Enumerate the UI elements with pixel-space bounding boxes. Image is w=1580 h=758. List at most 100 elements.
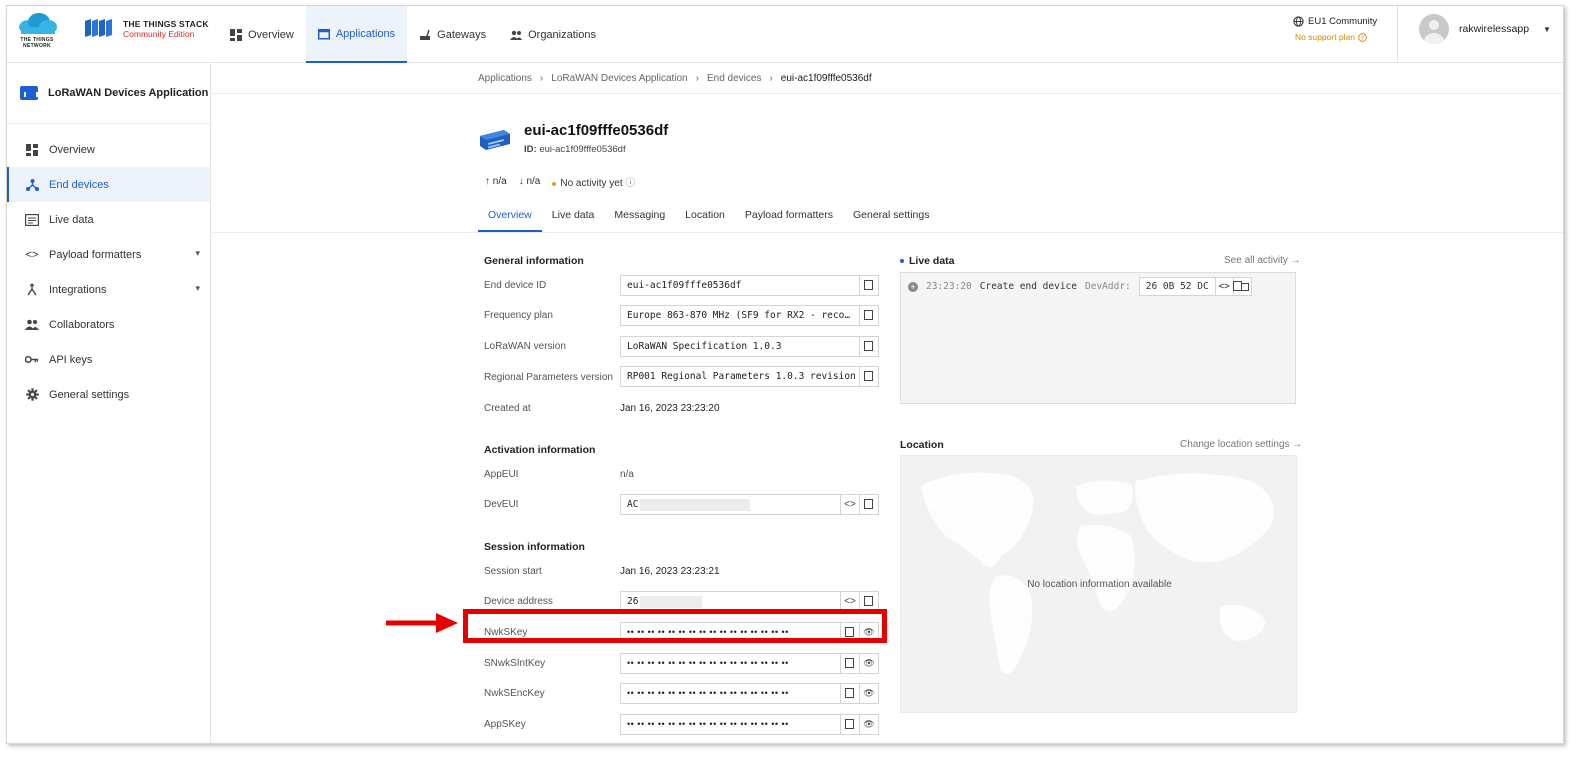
topnav-organizations-label: Organizations [528, 28, 596, 41]
cluster-selector[interactable]: EU1 Community No support plan ? [1293, 16, 1377, 42]
deveui-field: AC <> [620, 494, 879, 515]
help-icon[interactable]: ⓘ [625, 178, 635, 189]
see-all-activity-link[interactable]: See all activity → [1224, 255, 1301, 266]
live-data-title: Live data [900, 255, 955, 267]
plus-circle-icon: + [908, 281, 918, 292]
event-name: Create end device [979, 281, 1077, 292]
breadcrumb-application[interactable]: LoRaWAN Devices Application [551, 73, 687, 84]
copy-button[interactable] [859, 276, 878, 295]
device-tabs: Overview Live data Messaging Location Pa… [478, 204, 939, 232]
end-device-id-label: End device ID [484, 280, 547, 291]
copy-icon [844, 687, 854, 698]
device-id: ID: eui-ac1f09fffe0536df [524, 144, 626, 155]
sidebar-item-live-data[interactable]: Live data [7, 202, 210, 237]
help-icon: ? [1358, 32, 1367, 42]
session-info-title: Session information [484, 541, 585, 553]
event-time: 23:23:20 [926, 281, 972, 292]
show-key-button[interactable]: 👁 [859, 654, 878, 673]
sidebar-item-label: Collaborators [49, 318, 115, 331]
breadcrumb-separator: › [695, 72, 699, 84]
deveui-value[interactable]: AC [621, 495, 840, 514]
devaddr-chip: 26 0B 52 DC <> [1138, 277, 1252, 296]
nwksenckey-value[interactable]: •• •• •• •• •• •• •• •• •• •• •• •• •• •… [621, 684, 840, 703]
user-menu[interactable]: rakwirelessapp ▼ [1419, 14, 1551, 44]
sidebar-item-end-devices[interactable]: End devices [7, 167, 210, 202]
copy-icon [863, 279, 873, 290]
tab-payload-formatters[interactable]: Payload formatters [735, 204, 843, 232]
topnav-gateways-label: Gateways [437, 28, 487, 41]
copy-button[interactable] [1232, 278, 1251, 295]
end-device-id-value[interactable]: eui-ac1f09fffe0536df [621, 276, 859, 295]
copy-button[interactable] [840, 684, 859, 703]
topnav-applications-label: Applications [335, 27, 396, 40]
session-start-value: Jan 16, 2023 23:23:21 [620, 566, 720, 577]
topnav-organizations[interactable]: Organizations [498, 6, 608, 63]
devaddr-value[interactable]: 26 0B 52 DC [1140, 278, 1215, 295]
sidebar-item-general-settings[interactable]: General settings [7, 377, 210, 412]
people-icon [510, 30, 523, 40]
change-location-link[interactable]: Change location settings → [1180, 439, 1302, 450]
live-data-title-text: Live data [909, 255, 955, 267]
topnav-applications[interactable]: Applications [305, 6, 408, 63]
format-toggle-button[interactable]: <> [1214, 278, 1233, 295]
session-start-label: Session start [484, 566, 542, 577]
appskey-label: AppSKey [484, 719, 526, 730]
frequency-plan-value[interactable]: Europe 863-870 MHz (SF9 for RX2 - recomm… [621, 306, 859, 325]
tab-live-data[interactable]: Live data [542, 204, 605, 232]
sidebar-item-integrations[interactable]: Integrations ▾ [7, 272, 210, 307]
device-activity: ↑ n/a ↓ n/a No activity yet ⓘ [485, 174, 635, 189]
sidebar-item-api-keys[interactable]: API keys [7, 342, 210, 377]
copy-button[interactable] [840, 654, 859, 673]
device-id-label: ID: [524, 144, 537, 155]
grid-icon [230, 28, 242, 41]
sidebar-item-collaborators[interactable]: Collaborators [7, 307, 210, 342]
activity-status: No activity yet ⓘ [552, 174, 635, 189]
window-icon [317, 28, 330, 39]
sidebar-item-overview[interactable]: Overview [7, 132, 210, 167]
tab-overview[interactable]: Overview [478, 204, 542, 232]
sidebar-item-label: Integrations [49, 283, 107, 296]
format-toggle-button[interactable]: <> [840, 495, 859, 514]
top-nav: Overview Applications Gateways Organizat… [218, 6, 608, 63]
appskey-value[interactable]: •• •• •• •• •• •• •• •• •• •• •• •• •• •… [621, 715, 840, 734]
deveui-prefix: AC [627, 499, 639, 510]
location-map[interactable]: No location information available [900, 455, 1297, 713]
show-key-button[interactable]: 👁 [859, 715, 878, 734]
key-icon [25, 353, 39, 367]
user-name: rakwirelessapp [1459, 23, 1530, 35]
tab-messaging[interactable]: Messaging [604, 204, 675, 232]
breadcrumb-applications[interactable]: Applications [478, 73, 532, 84]
people-icon [25, 318, 39, 332]
main-content: Applications › LoRaWAN Devices Applicati… [212, 63, 1563, 743]
copy-button[interactable] [859, 495, 878, 514]
copy-button[interactable] [840, 715, 859, 734]
ttn-logo[interactable]: THE THINGS NETWORK [15, 11, 59, 55]
lorawan-version-value[interactable]: LoRaWAN Specification 1.0.3 [621, 337, 859, 356]
breadcrumb-separator: › [539, 72, 544, 84]
sidebar-item-payload-formatters[interactable]: <> Payload formatters ▾ [7, 237, 210, 272]
regional-params-value[interactable]: RP001 Regional Parameters 1.0.3 revision… [621, 367, 859, 386]
topnav-gateways[interactable]: Gateways [407, 6, 498, 63]
copy-button[interactable] [859, 306, 878, 325]
topnav-overview[interactable]: Overview [218, 6, 306, 63]
support-plan[interactable]: No support plan ? [1295, 32, 1377, 42]
snwksintkey-value[interactable]: •• •• •• •• •• •• •• •• •• •• •• •• •• •… [621, 654, 840, 673]
live-event-row[interactable]: + 23:23:20 Create end device DevAddr: 26… [908, 277, 1252, 296]
pointer-arrow-icon [386, 613, 458, 633]
copy-icon [863, 595, 873, 606]
breadcrumb-end-devices[interactable]: End devices [707, 73, 761, 84]
sidebar-app-header[interactable]: LoRaWAN Devices Application [7, 63, 210, 124]
lorawan-version-field: LoRaWAN Specification 1.0.3 [620, 336, 879, 357]
regional-params-label: Regional Parameters version [484, 372, 613, 383]
tab-general-settings[interactable]: General settings [843, 204, 939, 232]
tab-location[interactable]: Location [675, 204, 735, 232]
topnav-overview-label: Overview [248, 28, 294, 41]
copy-button[interactable] [859, 367, 878, 386]
copy-button[interactable] [859, 337, 878, 356]
show-key-button[interactable]: 👁 [859, 684, 878, 703]
device-address-label: Device address [484, 596, 553, 607]
devices-icon [25, 178, 39, 192]
copy-icon [844, 718, 854, 729]
appeui-value: n/a [620, 469, 634, 480]
device-id-value: eui-ac1f09fffe0536df [539, 144, 626, 155]
